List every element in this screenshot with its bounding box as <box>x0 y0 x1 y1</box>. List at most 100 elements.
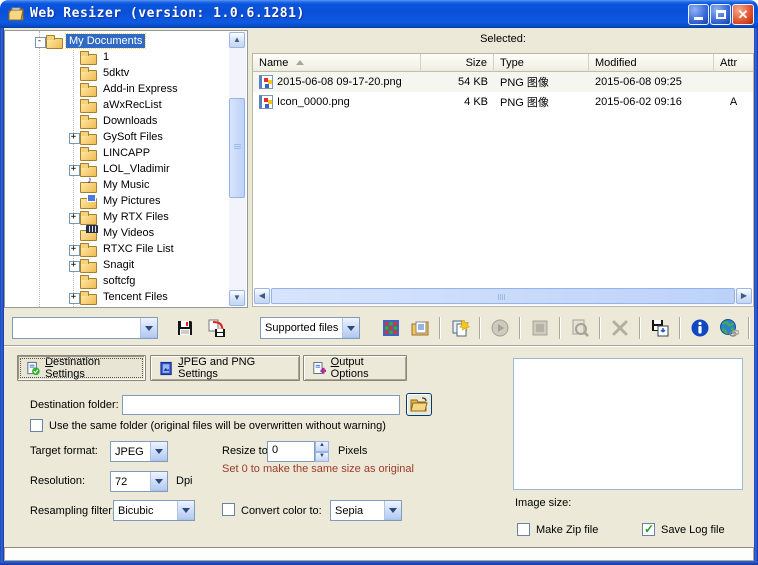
remove-button-disabled[interactable] <box>607 315 633 341</box>
globe-link-icon <box>719 318 739 338</box>
add-files-button[interactable] <box>447 315 473 341</box>
tree-item-my-videos[interactable]: My Videos <box>5 225 229 241</box>
spinner-down-button[interactable]: ▼ <box>315 452 329 463</box>
save-log-checkbox[interactable] <box>642 523 655 536</box>
minimize-button[interactable] <box>688 4 709 25</box>
resampling-filter-combobox[interactable]: Bicubic <box>113 500 195 521</box>
convert-color-checkbox[interactable] <box>222 503 235 516</box>
folder-icon <box>80 258 97 273</box>
tree-item[interactable]: RTXC File List <box>5 241 229 257</box>
tree-vertical-scrollbar[interactable]: ▲ ▼ <box>229 32 246 306</box>
scroll-down-arrow[interactable]: ▼ <box>229 290 245 306</box>
scroll-up-arrow[interactable]: ▲ <box>229 32 245 48</box>
tree-item[interactable]: Tencent Files <box>5 289 229 305</box>
tree-item[interactable]: Snagit <box>5 257 229 273</box>
tree-item-label: GySoft Files <box>100 130 166 144</box>
delete-x-icon <box>610 318 630 338</box>
tree-item-my-music[interactable]: My Music <box>5 177 229 193</box>
destination-folder-input[interactable] <box>122 395 400 415</box>
about-button[interactable] <box>687 315 713 341</box>
scrollbar-thumb[interactable] <box>229 98 245 198</box>
folder-tree[interactable]: My Documents 1 5dktv Add-in Express aWxR <box>4 30 248 308</box>
tree-item[interactable]: Add-in Express <box>5 81 229 97</box>
save-icon <box>175 318 195 338</box>
start-button-disabled[interactable] <box>487 315 513 341</box>
target-format-combobox[interactable]: JPEG <box>110 441 168 462</box>
expand-icon[interactable] <box>67 211 80 224</box>
file-filter-combobox[interactable]: Supported files <box>260 317 360 339</box>
resize-to-spinner[interactable]: 0 ▲ ▼ <box>267 441 329 462</box>
tree-item[interactable]: Downloads <box>5 113 229 129</box>
tree-item[interactable]: 5dktv <box>5 65 229 81</box>
chevron-down-icon[interactable] <box>384 501 401 520</box>
tree-item[interactable]: LOL_Vladimir <box>5 161 229 177</box>
image-preview-box <box>513 358 743 490</box>
resize-to-value[interactable]: 0 <box>267 441 315 462</box>
column-header-name[interactable]: Name <box>253 54 421 72</box>
website-button[interactable] <box>716 315 742 341</box>
browse-folder-button[interactable] <box>406 393 432 416</box>
convert-color-combobox[interactable]: Sepia <box>330 500 402 521</box>
tree-item-my-documents[interactable]: My Documents <box>5 33 229 49</box>
tree-item[interactable]: LINCAPP <box>5 145 229 161</box>
add-files-icon <box>450 318 470 338</box>
maximize-button[interactable] <box>710 4 731 25</box>
save-list-as-button[interactable] <box>204 315 230 341</box>
scrollbar-thumb[interactable] <box>271 288 735 304</box>
expand-icon[interactable] <box>67 291 80 304</box>
thumbnails-view-button[interactable] <box>378 315 404 341</box>
save-log-label: Save Log file <box>661 524 725 536</box>
column-header-size[interactable]: Size <box>421 54 494 72</box>
spinner-up-button[interactable]: ▲ <box>315 441 329 452</box>
folder-icon <box>80 114 97 129</box>
tree-item-label: My Pictures <box>100 194 163 208</box>
save-list-button[interactable] <box>172 315 198 341</box>
list-view-icon <box>410 318 430 338</box>
toolbar-separator <box>679 317 681 339</box>
tree-item[interactable]: My RTX Files <box>5 209 229 225</box>
chevron-down-icon[interactable] <box>177 501 194 520</box>
tree-item[interactable]: aWxRecList <box>5 97 229 113</box>
music-folder-icon <box>80 178 97 193</box>
folder-icon <box>80 130 97 145</box>
tab-output-options[interactable]: Output Options <box>303 355 407 381</box>
column-header-attr[interactable]: Attr <box>714 54 753 72</box>
column-header-type[interactable]: Type <box>494 54 589 72</box>
output-options-icon <box>312 361 326 376</box>
tree-item[interactable]: softcfg <box>5 273 229 289</box>
make-zip-checkbox[interactable] <box>517 523 530 536</box>
chevron-down-icon[interactable] <box>342 318 359 338</box>
tab-destination-settings[interactable]: Destination Settings <box>17 355 146 381</box>
folder-icon <box>80 274 97 289</box>
preview-button-disabled[interactable] <box>567 315 593 341</box>
chevron-down-icon[interactable] <box>150 442 167 461</box>
scroll-left-arrow[interactable]: ◀ <box>254 288 270 304</box>
tree-item[interactable]: GySoft Files <box>5 129 229 145</box>
tab-jpeg-png-settings[interactable]: JPEG and PNG Settings <box>150 355 300 381</box>
stop-icon <box>530 318 550 338</box>
expand-icon[interactable] <box>67 131 80 144</box>
column-header-modified[interactable]: Modified <box>589 54 714 72</box>
list-view-button[interactable] <box>407 315 433 341</box>
expand-icon[interactable] <box>67 163 80 176</box>
scroll-right-arrow[interactable]: ▶ <box>736 288 752 304</box>
expand-icon[interactable] <box>67 259 80 272</box>
path-combobox[interactable] <box>12 317 158 339</box>
file-list[interactable]: Name Size Type Modified Attr 2015-06-08 … <box>252 53 754 307</box>
column-label: Name <box>259 57 288 69</box>
tree-item[interactable]: 1 <box>5 49 229 65</box>
chevron-down-icon[interactable] <box>140 318 157 338</box>
expand-icon[interactable] <box>67 243 80 256</box>
batch-save-button[interactable] <box>647 315 673 341</box>
stop-button-disabled[interactable] <box>527 315 553 341</box>
use-same-folder-checkbox[interactable] <box>30 419 43 432</box>
tree-item-my-pictures[interactable]: My Pictures <box>5 193 229 209</box>
resolution-combobox[interactable]: 72 <box>110 471 168 492</box>
close-button[interactable]: ✕ <box>732 4 754 25</box>
file-row[interactable]: 2015-06-08 09-17-20.png 54 KB PNG 图像 201… <box>253 72 753 92</box>
collapse-icon[interactable] <box>33 35 46 48</box>
column-label: Size <box>466 57 487 69</box>
chevron-down-icon[interactable] <box>150 472 167 491</box>
file-row[interactable]: Icon_0000.png 4 KB PNG 图像 2015-06-02 09:… <box>253 92 753 112</box>
file-list-horizontal-scrollbar[interactable]: ◀ ▶ <box>254 288 752 305</box>
